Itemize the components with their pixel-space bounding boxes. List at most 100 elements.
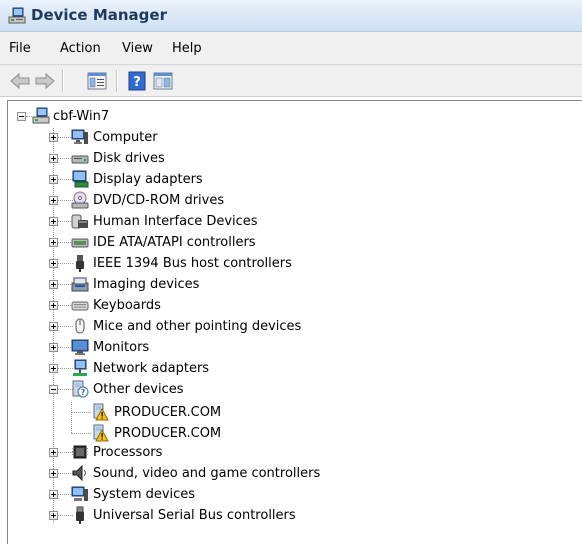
device-label: PRODUCER.COM bbox=[114, 426, 222, 441]
category-node-computer[interactable]: Computer bbox=[8, 127, 408, 148]
category-label: IEEE 1394 Bus host controllers bbox=[93, 256, 292, 271]
processor-icon bbox=[72, 445, 88, 459]
ieee1394-controller-icon bbox=[76, 255, 84, 272]
category-node-universal-serial-bus-controllers[interactable]: Universal Serial Bus controllers bbox=[8, 505, 408, 526]
category-label: Monitors bbox=[93, 340, 150, 355]
menu-file[interactable]: File bbox=[9, 41, 31, 56]
category-node-dvd-cd-rom-drives[interactable]: DVD/CD-ROM drives bbox=[8, 190, 408, 211]
network-adapter-icon bbox=[73, 359, 87, 376]
expand-icon[interactable] bbox=[49, 511, 58, 520]
speaker-icon bbox=[72, 464, 86, 482]
tree-connector bbox=[71, 412, 91, 413]
category-node-ieee-1394-bus-host-controllers[interactable]: IEEE 1394 Bus host controllers bbox=[8, 253, 408, 274]
toolbar: ? bbox=[0, 65, 582, 97]
category-label: Computer bbox=[93, 130, 158, 145]
device-node-producer-com-1[interactable]: PRODUCER.COM bbox=[8, 402, 308, 423]
unknown-device-warning-icon bbox=[93, 403, 109, 421]
svg-text:?: ? bbox=[133, 75, 141, 90]
hid-icon bbox=[71, 214, 88, 229]
title-bar: Device Manager bbox=[0, 0, 582, 32]
toolbar-separator bbox=[116, 70, 118, 92]
category-label: Human Interface Devices bbox=[93, 214, 258, 229]
expand-icon[interactable] bbox=[49, 490, 58, 499]
collapse-icon[interactable] bbox=[17, 112, 26, 121]
expand-icon[interactable] bbox=[49, 364, 58, 373]
category-label: DVD/CD-ROM drives bbox=[93, 193, 225, 208]
category-label: Mice and other pointing devices bbox=[93, 319, 302, 334]
expand-icon[interactable] bbox=[49, 322, 58, 331]
collapse-icon[interactable] bbox=[49, 385, 58, 394]
expand-icon[interactable] bbox=[49, 469, 58, 478]
category-node-other-devices[interactable]: ? Other devices bbox=[8, 379, 408, 400]
device-manager-icon bbox=[8, 7, 26, 24]
dvd-drive-icon bbox=[71, 191, 89, 209]
category-node-disk-drives[interactable]: Disk drives bbox=[8, 148, 408, 169]
help-icon[interactable]: ? bbox=[126, 71, 148, 91]
expand-icon[interactable] bbox=[49, 280, 58, 289]
category-label: Imaging devices bbox=[93, 277, 200, 292]
category-node-network-adapters[interactable]: Network adapters bbox=[8, 358, 408, 379]
category-label: IDE ATA/ATAPI controllers bbox=[93, 235, 256, 250]
category-node-ide-ata-atapi-controllers[interactable]: IDE ATA/ATAPI controllers bbox=[8, 232, 408, 253]
device-tree-pane[interactable]: cbf-Win7 Computer Disk drives Display adap… bbox=[7, 100, 582, 544]
menu-bar: File Action View Help bbox=[0, 32, 582, 65]
category-node-keyboards[interactable]: Keyboards bbox=[8, 295, 408, 316]
category-node-processors[interactable]: Processors bbox=[8, 442, 408, 463]
tree-root-label: cbf-Win7 bbox=[53, 109, 110, 124]
menu-view[interactable]: View bbox=[122, 41, 153, 56]
tree-root-node[interactable]: cbf-Win7 bbox=[8, 106, 208, 127]
category-label: Processors bbox=[93, 445, 163, 460]
menu-action[interactable]: Action bbox=[60, 41, 101, 56]
category-node-monitors[interactable]: Monitors bbox=[8, 337, 408, 358]
category-label: Other devices bbox=[93, 382, 184, 397]
category-node-imaging-devices[interactable]: Imaging devices bbox=[8, 274, 408, 295]
device-label: PRODUCER.COM bbox=[114, 405, 222, 420]
forward-arrow-icon[interactable] bbox=[34, 71, 56, 91]
expand-icon[interactable] bbox=[49, 238, 58, 247]
back-arrow-icon[interactable] bbox=[9, 71, 31, 91]
svg-text:?: ? bbox=[81, 388, 86, 397]
computer-network-icon bbox=[32, 107, 50, 124]
category-label: Display adapters bbox=[93, 172, 203, 187]
mouse-icon bbox=[75, 318, 85, 334]
computer-icon bbox=[71, 129, 88, 144]
expand-icon[interactable] bbox=[49, 259, 58, 268]
category-label: Universal Serial Bus controllers bbox=[93, 508, 296, 523]
category-label: Sound, video and game controllers bbox=[93, 466, 321, 481]
device-tree: cbf-Win7 Computer Disk drives Display adap… bbox=[8, 101, 582, 544]
category-label: Network adapters bbox=[93, 361, 210, 376]
menu-help[interactable]: Help bbox=[172, 41, 202, 56]
category-label: System devices bbox=[93, 487, 196, 502]
device-node-producer-com-2[interactable]: PRODUCER.COM bbox=[8, 423, 308, 444]
category-label: Keyboards bbox=[93, 298, 161, 313]
monitor-icon bbox=[71, 339, 89, 355]
disk-drive-icon bbox=[71, 155, 89, 164]
expand-icon[interactable] bbox=[49, 175, 58, 184]
other-devices-icon: ? bbox=[72, 380, 89, 398]
toolbar-separator bbox=[62, 70, 64, 92]
expand-icon[interactable] bbox=[49, 301, 58, 310]
category-node-system-devices[interactable]: System devices bbox=[8, 484, 408, 505]
show-hide-console-tree-icon[interactable] bbox=[152, 71, 174, 91]
expand-icon[interactable] bbox=[49, 448, 58, 457]
system-device-icon bbox=[71, 486, 88, 501]
tree-connector bbox=[71, 433, 91, 434]
category-node-sound-video-and-game-controllers[interactable]: Sound, video and game controllers bbox=[8, 463, 408, 484]
expand-icon[interactable] bbox=[49, 217, 58, 226]
usb-controller-icon bbox=[76, 506, 84, 524]
window-title: Device Manager bbox=[31, 6, 167, 24]
category-label: Disk drives bbox=[93, 151, 165, 166]
imaging-device-icon bbox=[71, 277, 89, 292]
expand-icon[interactable] bbox=[49, 343, 58, 352]
expand-icon[interactable] bbox=[49, 154, 58, 163]
category-node-mice-and-other-pointing-devices[interactable]: Mice and other pointing devices bbox=[8, 316, 408, 337]
unknown-device-warning-icon bbox=[93, 424, 109, 442]
expand-icon[interactable] bbox=[49, 196, 58, 205]
ide-controller-icon bbox=[71, 238, 89, 248]
properties-icon[interactable] bbox=[86, 71, 108, 91]
keyboard-icon bbox=[71, 301, 89, 311]
expand-icon[interactable] bbox=[49, 133, 58, 142]
category-node-display-adapters[interactable]: Display adapters bbox=[8, 169, 408, 190]
category-node-human-interface-devices[interactable]: Human Interface Devices bbox=[8, 211, 408, 232]
display-adapter-icon bbox=[72, 170, 89, 188]
